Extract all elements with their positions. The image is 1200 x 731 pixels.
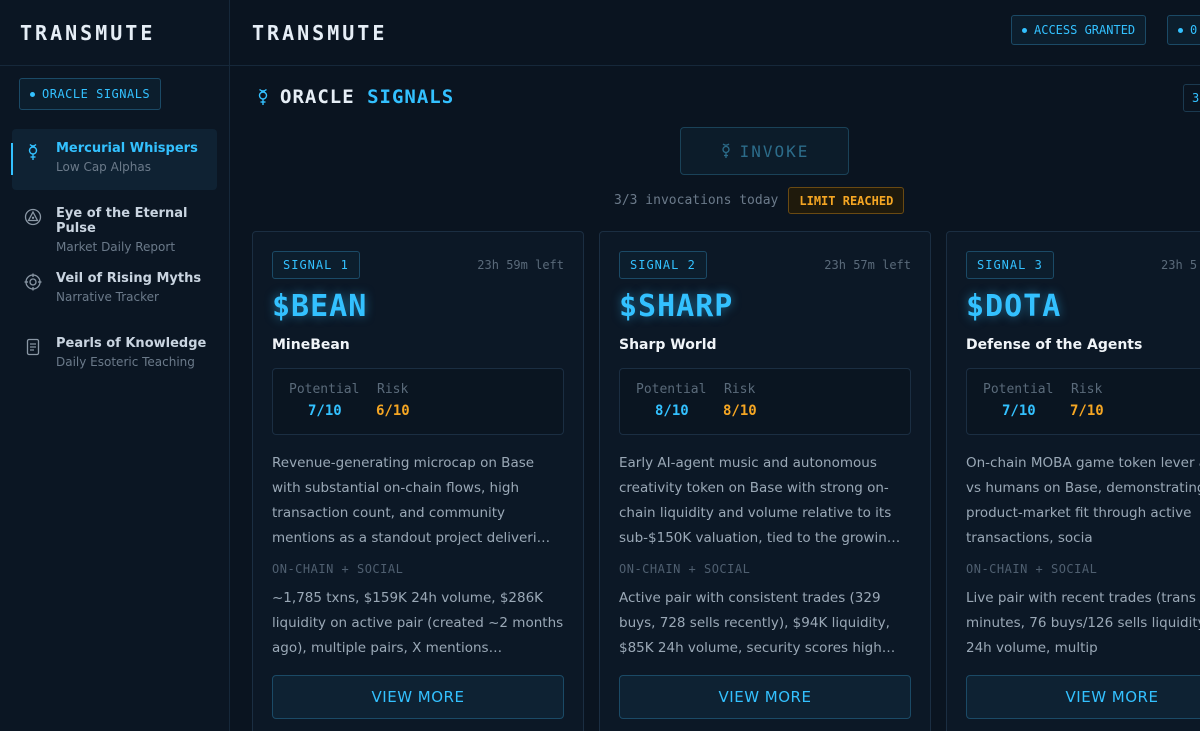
time-left: 23h 5	[1161, 258, 1198, 272]
signal-description: Early AI-agent music and autonomous crea…	[619, 455, 901, 546]
signal-description: Revenue-generating microcap on Base with…	[272, 455, 551, 546]
top-bar: TRANSMUTE ACCESS GRANTED 0	[230, 0, 1200, 66]
signal-card: SIGNAL 1 23h 59m left $BEAN MineBean Pot…	[252, 231, 584, 731]
page-title: ORACLE SIGNALS	[280, 86, 454, 108]
eye-triangle-icon	[24, 208, 42, 226]
sidebar-item-subtitle: Narrative Tracker	[56, 290, 159, 304]
stats-box: Potential Risk 7/10 7/10	[966, 368, 1200, 435]
access-status-badge[interactable]: ACCESS GRANTED	[1011, 15, 1147, 45]
page-title-primary: ORACLE	[280, 86, 355, 108]
status-dot	[1178, 27, 1183, 33]
time-left: 23h 57m left	[824, 258, 911, 272]
onchain-details: Live pair with recent trades (trans with…	[966, 590, 1200, 656]
page-title-accent: SIGNALS	[367, 86, 455, 108]
invocation-status: 3/3 invocations today LIMIT REACHED	[614, 187, 905, 214]
counter-badge[interactable]: 3	[1183, 84, 1200, 112]
sidebar-item-title: Veil of Rising Myths	[56, 271, 202, 286]
potential-label: Potential	[636, 382, 707, 397]
section-label: ON-CHAIN + SOCIAL	[966, 562, 1098, 576]
sidebar: TRANSMUTE ORACLE SIGNALS Mercurial Whisp…	[0, 0, 230, 731]
stats-box: Potential Risk 8/10 8/10	[619, 368, 911, 435]
oracle-signals-badge-label: ORACLE SIGNALS	[42, 87, 151, 101]
onchain-details: ~1,785 txns, $159K 24h volume, $286K liq…	[272, 590, 564, 656]
section-label: ON-CHAIN + SOCIAL	[272, 562, 404, 576]
sidebar-item-title: Mercurial Whispers	[56, 141, 198, 156]
account-badge-label: 0	[1190, 23, 1198, 37]
sidebar-item-mercurial-whispers[interactable]: Mercurial Whispers Low Cap Alphas	[11, 129, 217, 190]
page-header: ORACLE SIGNALS	[256, 86, 454, 108]
risk-label: Risk	[1071, 382, 1103, 397]
onchain-details: Active pair with consistent trades (329 …	[619, 590, 896, 656]
risk-label: Risk	[724, 382, 756, 397]
view-more-button[interactable]: VIEW MORE	[619, 675, 911, 719]
mercury-icon	[721, 143, 730, 158]
invoke-button[interactable]: INVOKE	[680, 127, 849, 175]
signal-badge: SIGNAL 3	[966, 251, 1054, 279]
app-logo[interactable]: TRANSMUTE	[252, 21, 387, 45]
view-more-button[interactable]: VIEW MORE	[966, 675, 1200, 719]
token-name: Defense of the Agents	[966, 337, 1143, 353]
invoke-button-label: INVOKE	[739, 141, 810, 161]
signal-description: On-chain MOBA game token lever agents vs…	[966, 455, 1200, 546]
token-ticker: $BEAN	[272, 289, 368, 324]
stats-box: Potential Risk 7/10 6/10	[272, 368, 564, 435]
risk-label: Risk	[377, 382, 409, 397]
sidebar-nav: Mercurial Whispers Low Cap Alphas Eye of…	[11, 129, 217, 389]
mercury-icon	[28, 143, 38, 160]
sidebar-item-subtitle: Low Cap Alphas	[56, 160, 151, 174]
sidebar-item-pearls-of-knowledge[interactable]: Pearls of Knowledge Daily Esoteric Teach…	[12, 324, 217, 385]
sidebar-item-veil-of-rising-myths[interactable]: Veil of Rising Myths Narrative Tracker	[12, 259, 217, 320]
section-label: ON-CHAIN + SOCIAL	[619, 562, 751, 576]
status-dot	[30, 91, 35, 97]
token-ticker: $DOTA	[966, 289, 1062, 324]
view-more-button[interactable]: VIEW MORE	[272, 675, 564, 719]
risk-value: 7/10	[1070, 403, 1104, 419]
time-left: 23h 59m left	[477, 258, 564, 272]
potential-value: 8/10	[655, 403, 689, 419]
token-name: MineBean	[272, 337, 350, 353]
potential-label: Potential	[289, 382, 360, 397]
signal-badge: SIGNAL 1	[272, 251, 360, 279]
main-content: TRANSMUTE ACCESS GRANTED 0 ORACLE SIGNAL…	[230, 0, 1200, 731]
signal-badge: SIGNAL 2	[619, 251, 707, 279]
sidebar-item-subtitle: Daily Esoteric Teaching	[56, 355, 195, 369]
potential-value: 7/10	[308, 403, 342, 419]
token-name: Sharp World	[619, 337, 717, 353]
mercury-icon	[258, 88, 268, 105]
access-status-label: ACCESS GRANTED	[1034, 23, 1136, 37]
scroll-icon	[26, 338, 40, 356]
signal-card: SIGNAL 3 23h 5 $DOTA Defense of the Agen…	[946, 231, 1200, 731]
status-dot	[1022, 27, 1027, 33]
limit-reached-badge: LIMIT REACHED	[788, 187, 905, 214]
crosshair-icon	[24, 273, 42, 291]
risk-value: 6/10	[376, 403, 410, 419]
token-ticker: $SHARP	[619, 289, 734, 324]
sidebar-item-title: Eye of the Eternal Pulse	[56, 206, 188, 236]
potential-label: Potential	[983, 382, 1054, 397]
signal-card: SIGNAL 2 23h 57m left $SHARP Sharp World…	[599, 231, 931, 731]
potential-value: 7/10	[1002, 403, 1036, 419]
sidebar-item-subtitle: Market Daily Report	[56, 240, 176, 254]
account-badge[interactable]: 0	[1167, 15, 1200, 45]
oracle-signals-badge: ORACLE SIGNALS	[19, 78, 162, 110]
sidebar-logo[interactable]: TRANSMUTE	[0, 0, 229, 66]
invocation-count: 3/3 invocations today	[614, 193, 779, 208]
risk-value: 8/10	[723, 403, 757, 419]
sidebar-item-title: Pearls of Knowledge	[56, 336, 207, 351]
sidebar-item-eye-of-the-eternal-pulse[interactable]: Eye of the Eternal Pulse Market Daily Re…	[12, 194, 217, 255]
